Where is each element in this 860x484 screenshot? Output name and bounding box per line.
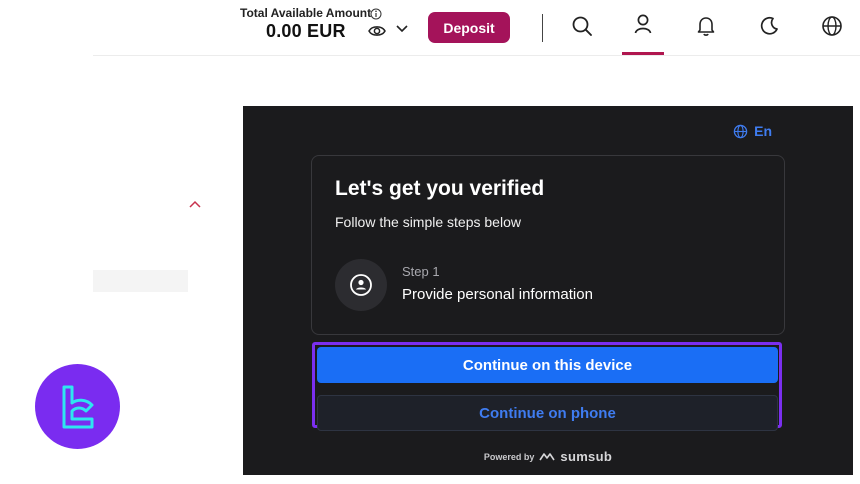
powered-by: Powered by sumsub [243, 449, 853, 464]
verification-title: Let's get you verified [335, 177, 545, 200]
top-bar: Total Available Amount 0.00 EUR Deposit [0, 0, 860, 56]
verification-panel: En Let's get you verified Follow the sim… [243, 106, 853, 475]
brand-logo-badge [35, 364, 120, 449]
toolbar-divider [542, 14, 543, 42]
continue-on-device-button[interactable]: Continue on this device [317, 347, 778, 383]
user-circle-icon [350, 274, 372, 296]
balance-label: Total Available Amount [240, 6, 372, 20]
step-avatar [335, 259, 387, 311]
language-label: En [754, 123, 772, 139]
globe-icon[interactable] [820, 14, 844, 38]
header-divider [93, 55, 860, 56]
sidebar-item-placeholder[interactable] [93, 270, 188, 292]
powered-by-label: Powered by [483, 451, 535, 462]
bell-icon[interactable] [694, 14, 718, 38]
deposit-button[interactable]: Deposit [428, 12, 510, 43]
globe-icon [733, 124, 748, 138]
verification-card: Let's get you verified Follow the simple… [311, 155, 785, 335]
chevron-up-icon[interactable] [187, 197, 203, 209]
info-icon[interactable] [370, 7, 382, 20]
balance-widget[interactable]: Total Available Amount 0.00 EUR [240, 6, 410, 50]
verification-subtitle: Follow the simple steps below [335, 214, 521, 230]
step-description: Provide personal information [402, 286, 593, 303]
logo-icon [62, 385, 93, 428]
chevron-down-icon[interactable] [395, 21, 409, 33]
continue-on-phone-button[interactable]: Continue on phone [317, 395, 778, 431]
sumsub-logo-icon [539, 452, 556, 460]
step-number: Step 1 [402, 264, 440, 279]
language-selector[interactable]: En [733, 123, 772, 139]
balance-value: 0.00 EUR [266, 21, 346, 41]
eye-icon[interactable] [368, 24, 386, 38]
brand-name: sumsub [560, 449, 613, 464]
moon-icon[interactable] [757, 14, 781, 38]
user-icon[interactable] [631, 12, 655, 36]
search-icon[interactable] [570, 14, 594, 38]
